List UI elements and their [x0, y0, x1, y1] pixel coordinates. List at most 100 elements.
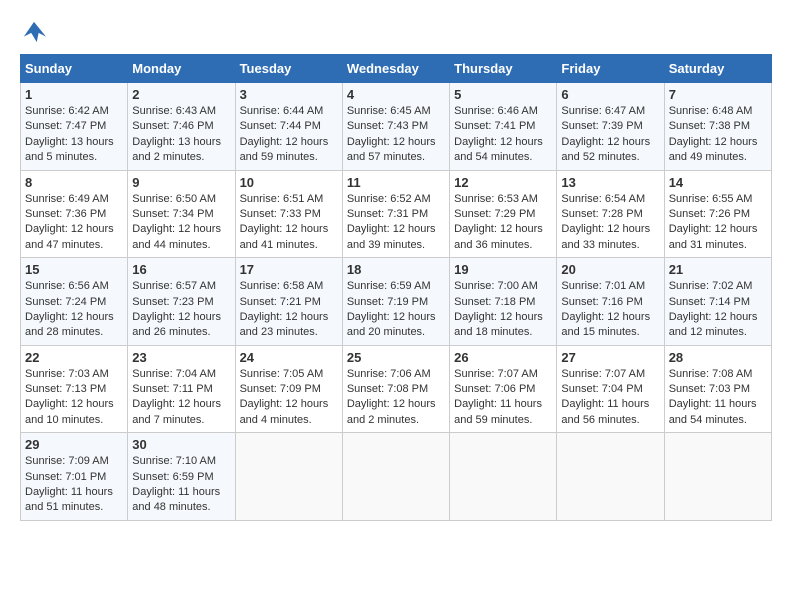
calendar-week-row: 22 Sunrise: 7:03 AMSunset: 7:13 PMDaylig…: [21, 345, 772, 433]
day-info: Sunrise: 6:53 AMSunset: 7:29 PMDaylight:…: [454, 192, 552, 254]
day-number: 7: [669, 87, 767, 102]
day-info: Sunrise: 7:06 AMSunset: 7:08 PMDaylight:…: [347, 367, 445, 429]
calendar-cell: 27 Sunrise: 7:07 AMSunset: 7:04 PMDaylig…: [557, 345, 664, 433]
day-info: Sunrise: 7:10 AMSunset: 6:59 PMDaylight:…: [132, 454, 230, 516]
calendar-cell: [450, 433, 557, 521]
day-number: 28: [669, 350, 767, 365]
day-number: 14: [669, 175, 767, 190]
day-number: 10: [240, 175, 338, 190]
day-number: 2: [132, 87, 230, 102]
day-info: Sunrise: 6:54 AMSunset: 7:28 PMDaylight:…: [561, 192, 659, 254]
calendar-cell: 8 Sunrise: 6:49 AMSunset: 7:36 PMDayligh…: [21, 170, 128, 258]
day-info: Sunrise: 7:07 AMSunset: 7:06 PMDaylight:…: [454, 367, 552, 429]
day-info: Sunrise: 6:47 AMSunset: 7:39 PMDaylight:…: [561, 104, 659, 166]
day-info: Sunrise: 6:58 AMSunset: 7:21 PMDaylight:…: [240, 279, 338, 341]
calendar-cell: 15 Sunrise: 6:56 AMSunset: 7:24 PMDaylig…: [21, 258, 128, 346]
calendar-cell: 1 Sunrise: 6:42 AMSunset: 7:47 PMDayligh…: [21, 83, 128, 171]
column-header-sunday: Sunday: [21, 55, 128, 83]
day-number: 17: [240, 262, 338, 277]
calendar-cell: 21 Sunrise: 7:02 AMSunset: 7:14 PMDaylig…: [664, 258, 771, 346]
day-info: Sunrise: 7:00 AMSunset: 7:18 PMDaylight:…: [454, 279, 552, 341]
day-number: 12: [454, 175, 552, 190]
column-header-friday: Friday: [557, 55, 664, 83]
calendar-cell: 3 Sunrise: 6:44 AMSunset: 7:44 PMDayligh…: [235, 83, 342, 171]
day-info: Sunrise: 6:56 AMSunset: 7:24 PMDaylight:…: [25, 279, 123, 341]
day-number: 19: [454, 262, 552, 277]
calendar-cell: [342, 433, 449, 521]
day-number: 30: [132, 437, 230, 452]
calendar-cell: 28 Sunrise: 7:08 AMSunset: 7:03 PMDaylig…: [664, 345, 771, 433]
day-info: Sunrise: 7:07 AMSunset: 7:04 PMDaylight:…: [561, 367, 659, 429]
calendar-week-row: 15 Sunrise: 6:56 AMSunset: 7:24 PMDaylig…: [21, 258, 772, 346]
calendar-cell: 11 Sunrise: 6:52 AMSunset: 7:31 PMDaylig…: [342, 170, 449, 258]
day-info: Sunrise: 7:05 AMSunset: 7:09 PMDaylight:…: [240, 367, 338, 429]
calendar-cell: 16 Sunrise: 6:57 AMSunset: 7:23 PMDaylig…: [128, 258, 235, 346]
day-number: 9: [132, 175, 230, 190]
day-info: Sunrise: 6:59 AMSunset: 7:19 PMDaylight:…: [347, 279, 445, 341]
logo: [20, 20, 52, 44]
day-number: 18: [347, 262, 445, 277]
calendar-cell: 23 Sunrise: 7:04 AMSunset: 7:11 PMDaylig…: [128, 345, 235, 433]
day-info: Sunrise: 6:50 AMSunset: 7:34 PMDaylight:…: [132, 192, 230, 254]
day-info: Sunrise: 7:08 AMSunset: 7:03 PMDaylight:…: [669, 367, 767, 429]
day-info: Sunrise: 6:46 AMSunset: 7:41 PMDaylight:…: [454, 104, 552, 166]
calendar-cell: 29 Sunrise: 7:09 AMSunset: 7:01 PMDaylig…: [21, 433, 128, 521]
column-header-tuesday: Tuesday: [235, 55, 342, 83]
calendar-cell: 17 Sunrise: 6:58 AMSunset: 7:21 PMDaylig…: [235, 258, 342, 346]
calendar-cell: [664, 433, 771, 521]
page-header: [20, 20, 772, 44]
calendar-cell: 24 Sunrise: 7:05 AMSunset: 7:09 PMDaylig…: [235, 345, 342, 433]
column-header-thursday: Thursday: [450, 55, 557, 83]
calendar-cell: 20 Sunrise: 7:01 AMSunset: 7:16 PMDaylig…: [557, 258, 664, 346]
day-info: Sunrise: 7:09 AMSunset: 7:01 PMDaylight:…: [25, 454, 123, 516]
day-number: 15: [25, 262, 123, 277]
day-info: Sunrise: 7:03 AMSunset: 7:13 PMDaylight:…: [25, 367, 123, 429]
day-info: Sunrise: 6:43 AMSunset: 7:46 PMDaylight:…: [132, 104, 230, 166]
day-info: Sunrise: 6:57 AMSunset: 7:23 PMDaylight:…: [132, 279, 230, 341]
day-number: 3: [240, 87, 338, 102]
calendar-cell: 10 Sunrise: 6:51 AMSunset: 7:33 PMDaylig…: [235, 170, 342, 258]
day-number: 21: [669, 262, 767, 277]
calendar-week-row: 29 Sunrise: 7:09 AMSunset: 7:01 PMDaylig…: [21, 433, 772, 521]
day-number: 11: [347, 175, 445, 190]
day-info: Sunrise: 6:49 AMSunset: 7:36 PMDaylight:…: [25, 192, 123, 254]
day-number: 26: [454, 350, 552, 365]
calendar-cell: 7 Sunrise: 6:48 AMSunset: 7:38 PMDayligh…: [664, 83, 771, 171]
column-header-monday: Monday: [128, 55, 235, 83]
calendar-cell: [235, 433, 342, 521]
calendar-cell: 13 Sunrise: 6:54 AMSunset: 7:28 PMDaylig…: [557, 170, 664, 258]
day-number: 4: [347, 87, 445, 102]
day-info: Sunrise: 6:55 AMSunset: 7:26 PMDaylight:…: [669, 192, 767, 254]
day-info: Sunrise: 6:44 AMSunset: 7:44 PMDaylight:…: [240, 104, 338, 166]
day-info: Sunrise: 7:02 AMSunset: 7:14 PMDaylight:…: [669, 279, 767, 341]
calendar-cell: 4 Sunrise: 6:45 AMSunset: 7:43 PMDayligh…: [342, 83, 449, 171]
calendar-cell: 5 Sunrise: 6:46 AMSunset: 7:41 PMDayligh…: [450, 83, 557, 171]
day-info: Sunrise: 6:45 AMSunset: 7:43 PMDaylight:…: [347, 104, 445, 166]
day-number: 13: [561, 175, 659, 190]
column-header-wednesday: Wednesday: [342, 55, 449, 83]
day-number: 27: [561, 350, 659, 365]
day-number: 6: [561, 87, 659, 102]
day-number: 24: [240, 350, 338, 365]
calendar-cell: 30 Sunrise: 7:10 AMSunset: 6:59 PMDaylig…: [128, 433, 235, 521]
day-info: Sunrise: 7:04 AMSunset: 7:11 PMDaylight:…: [132, 367, 230, 429]
day-info: Sunrise: 6:48 AMSunset: 7:38 PMDaylight:…: [669, 104, 767, 166]
calendar-week-row: 1 Sunrise: 6:42 AMSunset: 7:47 PMDayligh…: [21, 83, 772, 171]
calendar-cell: 19 Sunrise: 7:00 AMSunset: 7:18 PMDaylig…: [450, 258, 557, 346]
calendar-header-row: SundayMondayTuesdayWednesdayThursdayFrid…: [21, 55, 772, 83]
day-number: 23: [132, 350, 230, 365]
day-number: 20: [561, 262, 659, 277]
day-number: 1: [25, 87, 123, 102]
calendar-cell: [557, 433, 664, 521]
calendar-cell: 6 Sunrise: 6:47 AMSunset: 7:39 PMDayligh…: [557, 83, 664, 171]
day-number: 22: [25, 350, 123, 365]
day-number: 8: [25, 175, 123, 190]
column-header-saturday: Saturday: [664, 55, 771, 83]
calendar-cell: 18 Sunrise: 6:59 AMSunset: 7:19 PMDaylig…: [342, 258, 449, 346]
calendar-week-row: 8 Sunrise: 6:49 AMSunset: 7:36 PMDayligh…: [21, 170, 772, 258]
calendar-table: SundayMondayTuesdayWednesdayThursdayFrid…: [20, 54, 772, 521]
calendar-cell: 25 Sunrise: 7:06 AMSunset: 7:08 PMDaylig…: [342, 345, 449, 433]
day-number: 16: [132, 262, 230, 277]
day-info: Sunrise: 6:52 AMSunset: 7:31 PMDaylight:…: [347, 192, 445, 254]
calendar-cell: 14 Sunrise: 6:55 AMSunset: 7:26 PMDaylig…: [664, 170, 771, 258]
